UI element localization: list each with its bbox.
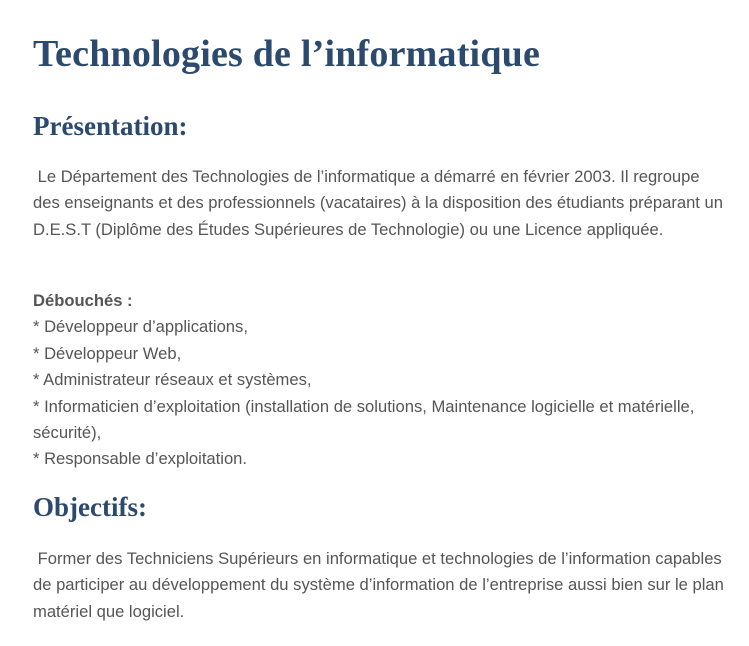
objectifs-heading: Objectifs:: [33, 492, 147, 522]
page-title: Technologies de l’informatique: [33, 33, 541, 75]
objectifs-paragraph: Former des Techniciens Supérieurs en inf…: [33, 549, 729, 621]
debouches-block: Débouchés : * Développeur d’applications…: [33, 288, 725, 473]
presentation-paragraph: Le Département des Technologies de l’inf…: [33, 167, 728, 239]
debouche-item-developpeur-applications: * Développeur d’applications,: [33, 317, 248, 337]
debouches-label: Débouchés :: [33, 291, 133, 310]
debouche-item-responsable-exploitation: * Responsable d’exploitation.: [33, 449, 248, 469]
presentation-heading: Présentation:: [33, 111, 188, 141]
debouche-item-informaticien-exploitation: * Informaticien d’exploitation (installa…: [33, 396, 695, 443]
debouche-item-administrateur-reseaux: * Administrateur réseaux et systèmes,: [33, 370, 312, 390]
debouche-item-developpeur-web: * Développeur Web,: [33, 343, 182, 363]
